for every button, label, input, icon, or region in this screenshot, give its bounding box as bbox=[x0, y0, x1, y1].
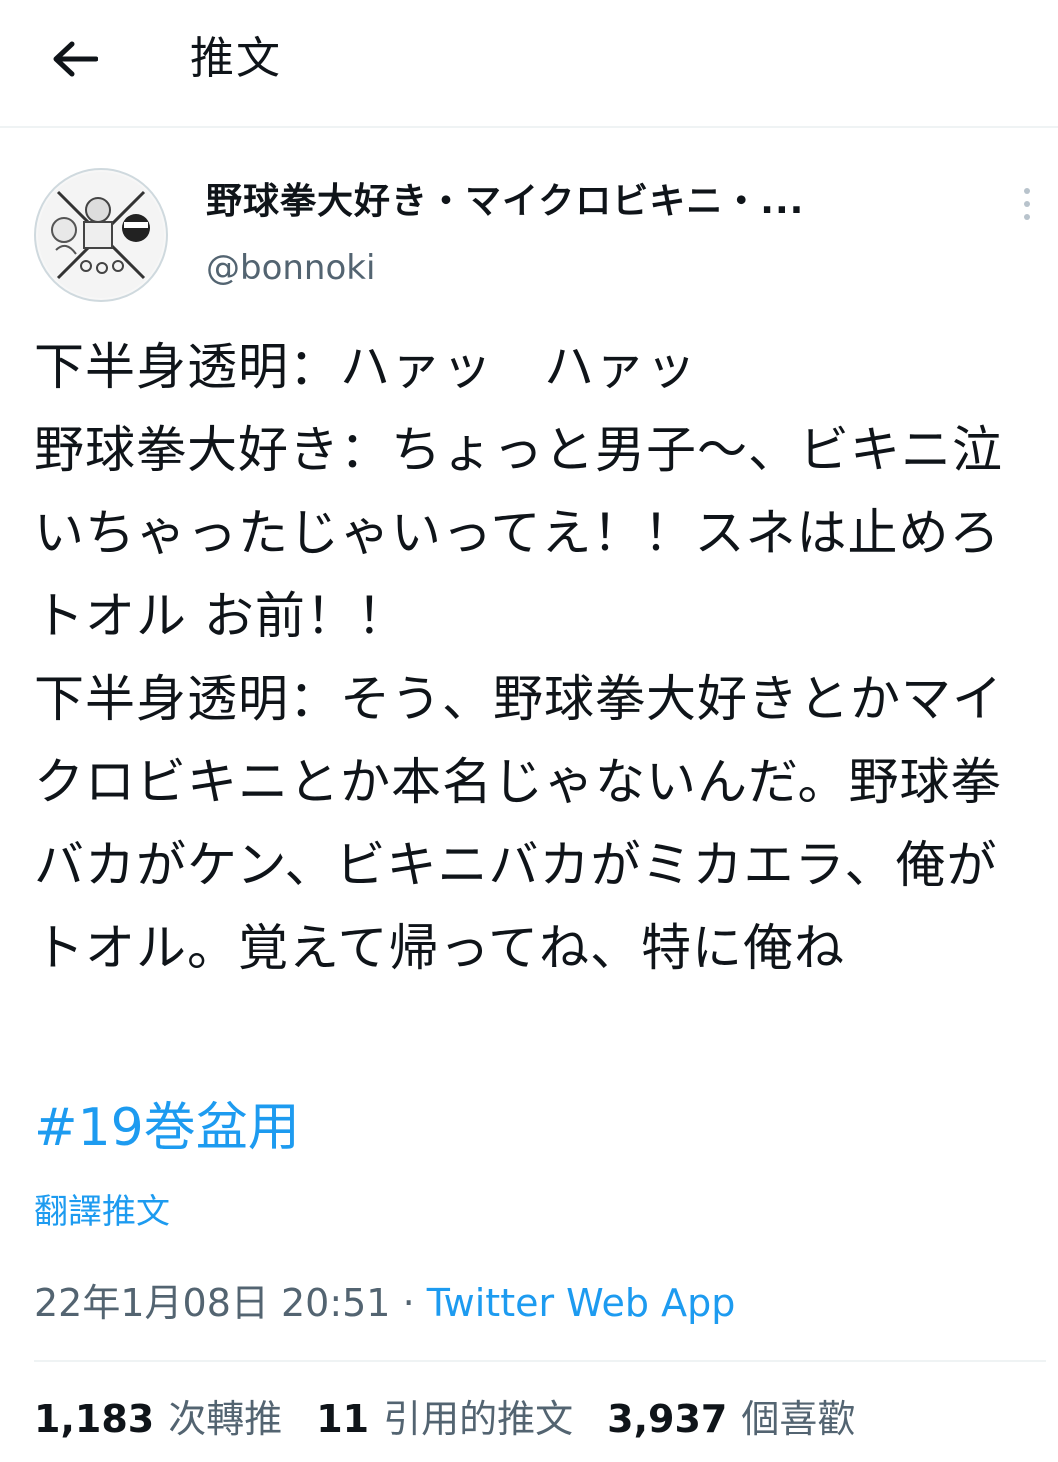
quotes-count: 11 bbox=[316, 1397, 370, 1441]
likes-label: 個喜歡 bbox=[741, 1397, 856, 1441]
avatar[interactable] bbox=[34, 168, 168, 302]
retweets-count: 1,183 bbox=[34, 1397, 155, 1441]
avatar-image bbox=[38, 172, 164, 298]
tweet-text: 下半身透明：ハァッ ハァッ 野球拳大好き：ちょっと男子〜、ビキニ泣いちゃったじゃ… bbox=[34, 338, 1003, 977]
timestamp[interactable]: 22年1月08日 20:51 bbox=[34, 1281, 390, 1325]
user-handle[interactable]: @bonnoki bbox=[206, 244, 375, 292]
tweet-meta: 22年1月08日 20:51 · Twitter Web App bbox=[34, 1276, 735, 1330]
likes-stat[interactable]: 3,937 個喜歡 bbox=[607, 1392, 855, 1446]
translate-tweet-link[interactable]: 翻譯推文 bbox=[34, 1188, 170, 1236]
engagement-stats: 1,183 次轉推 11 引用的推文 3,937 個喜歡 bbox=[34, 1392, 855, 1446]
back-button[interactable] bbox=[44, 28, 106, 90]
more-vertical-icon bbox=[1024, 201, 1030, 207]
likes-count: 3,937 bbox=[607, 1397, 728, 1441]
display-name[interactable]: 野球拳大好き・マイクロビキニ・... bbox=[206, 176, 804, 228]
retweets-stat[interactable]: 1,183 次轉推 bbox=[34, 1392, 282, 1446]
more-vertical-icon bbox=[1024, 214, 1030, 220]
quotes-label: 引用的推文 bbox=[383, 1397, 574, 1441]
page-title: 推文 bbox=[190, 33, 282, 84]
more-vertical-icon bbox=[1024, 188, 1030, 194]
source-link[interactable]: Twitter Web App bbox=[427, 1281, 736, 1325]
divider bbox=[34, 1360, 1046, 1362]
retweets-label: 次轉推 bbox=[168, 1397, 283, 1441]
more-options-button[interactable] bbox=[1008, 184, 1046, 224]
arrow-left-icon bbox=[53, 41, 98, 77]
hashtag-link[interactable]: #19巻盆用 bbox=[34, 1092, 300, 1164]
meta-separator: · bbox=[390, 1281, 427, 1325]
quotes-stat[interactable]: 11 引用的推文 bbox=[316, 1392, 573, 1446]
top-bar: 推文 bbox=[0, 0, 1058, 128]
